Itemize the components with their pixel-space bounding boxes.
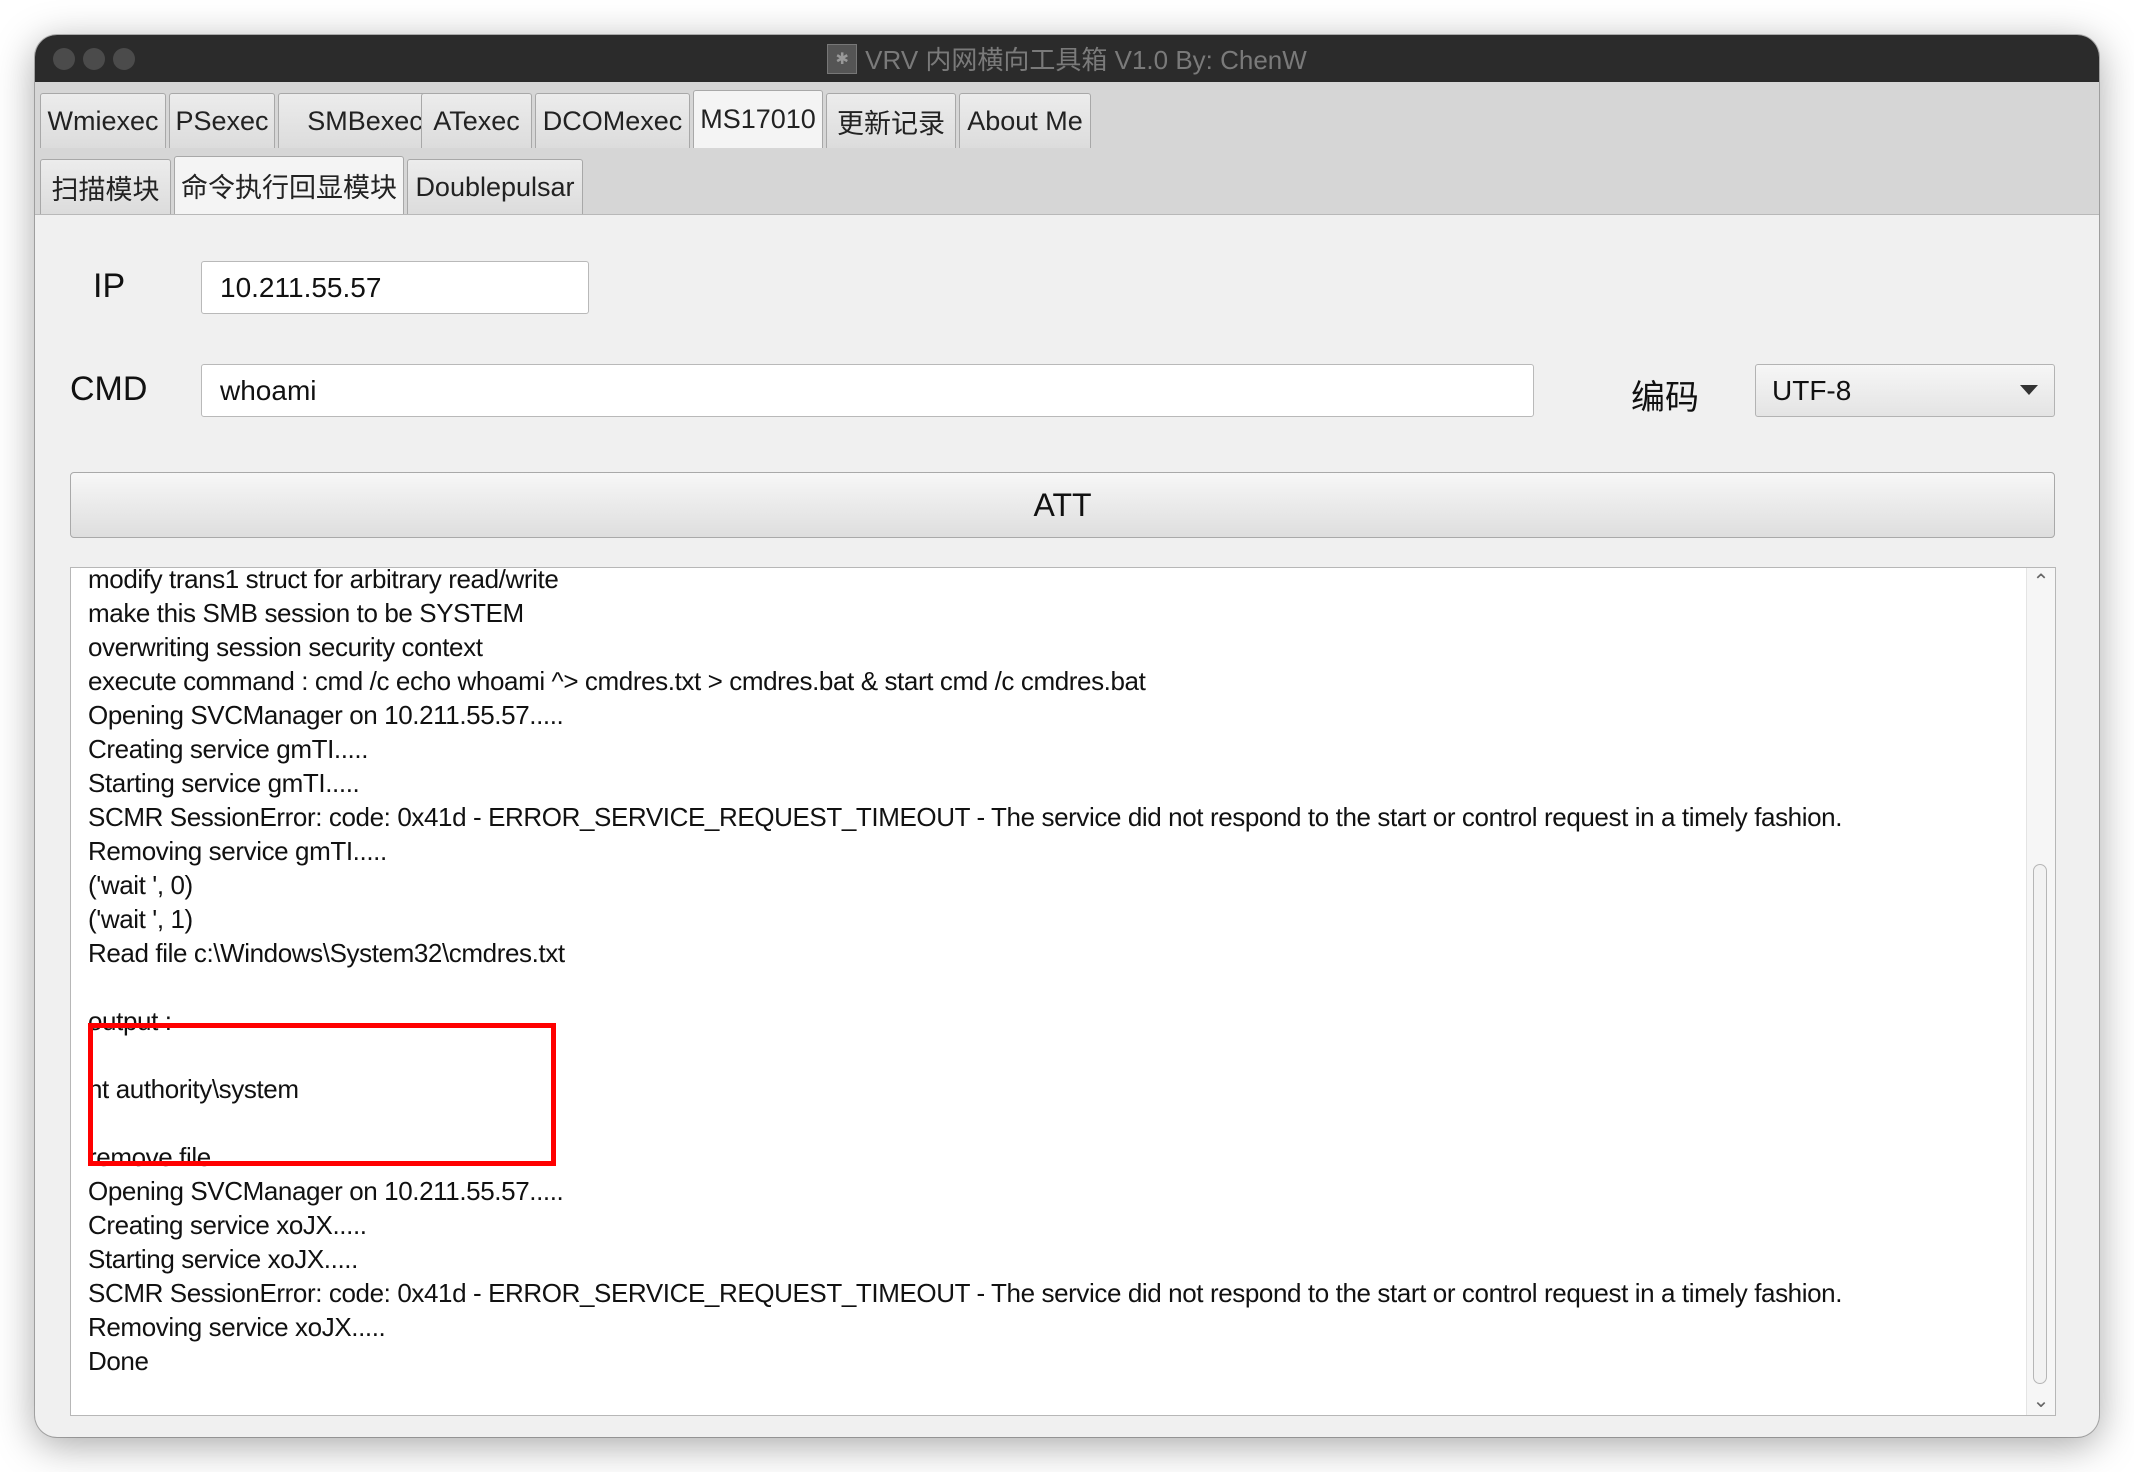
tab-psexec[interactable]: PSexec <box>169 93 275 148</box>
output-line: make this SMB session to be SYSTEM <box>88 598 524 628</box>
output-line: Removing service xoJX..... <box>88 1312 386 1342</box>
cmd-label: CMD <box>70 370 148 408</box>
tab-about-me[interactable]: About Me <box>959 93 1091 148</box>
chevron-up-icon[interactable]: ⌃ <box>2031 572 2051 592</box>
chevron-down-icon[interactable]: ⌄ <box>2031 1391 2051 1411</box>
output-line: Opening SVCManager on 10.211.55.57..... <box>88 700 564 730</box>
output-line: ('wait ', 1) <box>88 904 193 934</box>
ip-input[interactable]: 10.211.55.57 <box>201 261 589 314</box>
output-line: output : <box>88 1006 172 1036</box>
encoding-label: 编码 <box>1631 379 1699 417</box>
output-line: Opening SVCManager on 10.211.55.57..... <box>88 1176 564 1206</box>
output-line: ('wait ', 0) <box>88 870 193 900</box>
main-tab-bar: Wmiexec PSexec SMBexec ATexec DCOMexec M… <box>35 82 2099 149</box>
tab-ms17010[interactable]: MS17010 <box>693 90 823 148</box>
output-line: Read file c:\Windows\System32\cmdres.txt <box>88 938 565 968</box>
output-textarea[interactable]: modify trans1 struct for arbitrary read/… <box>70 567 2056 1416</box>
sub-tab-bar: 扫描模块 命令执行回显模块 Doublepulsar <box>35 148 2099 215</box>
vertical-scrollbar[interactable]: ⌃ ⌄ <box>2026 568 2055 1415</box>
window-title-group: ✱ VRV 内网横向工具箱 V1.0 By: ChenW <box>35 35 2099 82</box>
tab-doublepulsar[interactable]: Doublepulsar <box>407 159 583 214</box>
scroll-thumb[interactable] <box>2033 864 2047 1384</box>
output-line: execute command : cmd /c echo whoami ^> … <box>88 666 1146 696</box>
output-line: Creating service gmTI..... <box>88 734 369 764</box>
tab-dcomexec[interactable]: DCOMexec <box>535 93 690 148</box>
output-line: SCMR SessionError: code: 0x41d - ERROR_S… <box>88 802 1843 832</box>
output-line: modify trans1 struct for arbitrary read/… <box>88 567 559 594</box>
app-window: ✱ VRV 内网横向工具箱 V1.0 By: ChenW Wmiexec PSe… <box>35 35 2099 1437</box>
output-line: remove file <box>88 1142 211 1172</box>
tab-command-exec-module[interactable]: 命令执行回显模块 <box>174 156 404 214</box>
output-line: Starting service gmTI..... <box>88 768 360 798</box>
chevron-down-icon <box>2020 385 2038 395</box>
output-line: SCMR SessionError: code: 0x41d - ERROR_S… <box>88 1278 1843 1308</box>
tab-atexec[interactable]: ATexec <box>421 93 532 148</box>
cmd-input[interactable]: whoami <box>201 364 1534 417</box>
tab-changelog[interactable]: 更新记录 <box>826 93 956 148</box>
title-bar: ✱ VRV 内网横向工具箱 V1.0 By: ChenW <box>35 35 2099 83</box>
bug-icon: ✱ <box>827 43 858 74</box>
tab-scan-module[interactable]: 扫描模块 <box>40 159 171 214</box>
output-line: nt authority\system <box>88 1074 299 1104</box>
output-line: Done <box>88 1346 149 1376</box>
ip-label: IP <box>93 267 126 305</box>
encoding-select[interactable]: UTF-8 <box>1755 364 2055 417</box>
att-button[interactable]: ATT <box>70 472 2055 538</box>
output-lines: modify trans1 struct for arbitrary read/… <box>88 567 2015 1378</box>
encoding-value: UTF-8 <box>1772 374 1852 406</box>
output-line: overwriting session security context <box>88 632 483 662</box>
output-line: Starting service xoJX..... <box>88 1244 358 1274</box>
tab-wmiexec[interactable]: Wmiexec <box>40 93 166 148</box>
output-line: Removing service gmTI..... <box>88 836 387 866</box>
output-line: Creating service xoJX..... <box>88 1210 367 1240</box>
window-title: VRV 内网横向工具箱 V1.0 By: ChenW <box>865 45 1307 75</box>
